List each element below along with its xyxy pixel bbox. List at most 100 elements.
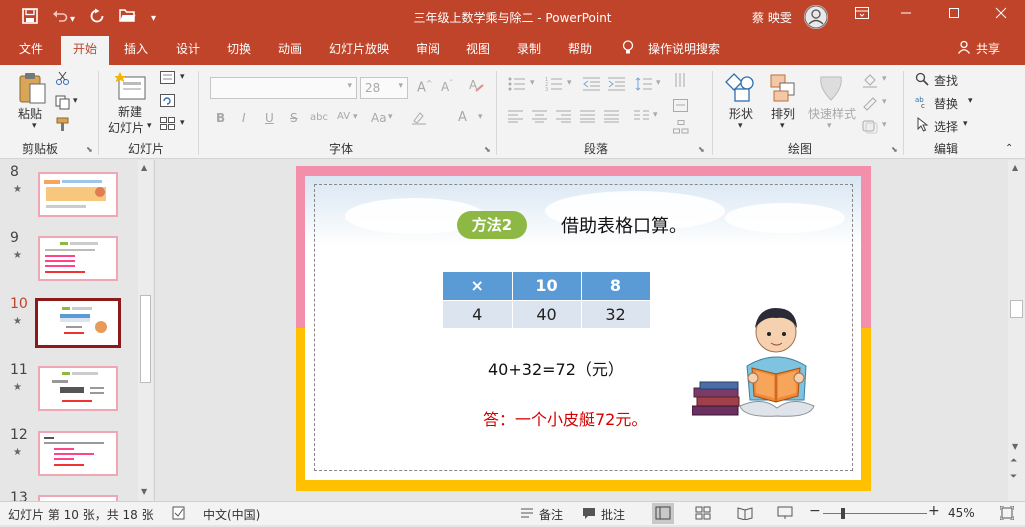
- copy-dropdown-icon[interactable]: ▾: [73, 96, 78, 106]
- reset-icon[interactable]: [160, 94, 177, 111]
- text-shadow-button[interactable]: abc: [310, 112, 328, 123]
- find-icon[interactable]: [915, 72, 929, 89]
- thumbnail-scrollbar-thumb[interactable]: [140, 295, 151, 383]
- zoom-out-icon[interactable]: −: [809, 503, 821, 519]
- collapse-ribbon-icon[interactable]: ⌃: [1005, 143, 1013, 154]
- smartart-icon[interactable]: [673, 120, 689, 137]
- share-icon[interactable]: [957, 40, 971, 59]
- layout-icon[interactable]: [160, 71, 177, 88]
- language-indicator[interactable]: 中文(中国): [203, 506, 260, 523]
- change-case-dropdown-icon[interactable]: ▾: [388, 112, 393, 122]
- decrease-indent-icon[interactable]: [583, 77, 601, 94]
- quick-styles-icon[interactable]: [816, 73, 846, 106]
- shapes-button[interactable]: 形状: [729, 105, 753, 122]
- scroll-up-icon[interactable]: ▲: [141, 163, 147, 172]
- increase-font-size-icon[interactable]: A^: [417, 79, 433, 95]
- tab-file[interactable]: 文件: [19, 40, 43, 58]
- underline-button[interactable]: U: [265, 111, 274, 125]
- comments-button[interactable]: 批注: [601, 506, 625, 523]
- arrange-button[interactable]: 排列: [771, 105, 795, 122]
- previous-slide-icon[interactable]: ⏶: [1010, 456, 1017, 466]
- italic-button[interactable]: I: [242, 111, 246, 125]
- align-center-icon[interactable]: [532, 110, 548, 126]
- font-name-combo[interactable]: ▾: [210, 77, 357, 99]
- share-button[interactable]: 共享: [976, 40, 1000, 58]
- shapes-icon[interactable]: [725, 71, 757, 108]
- line-spacing-icon[interactable]: [635, 77, 653, 94]
- replace-button[interactable]: 替换: [934, 95, 958, 112]
- font-name-dropdown-icon[interactable]: ▾: [347, 81, 352, 91]
- reading-view-icon[interactable]: [737, 506, 753, 523]
- method-pill[interactable]: 方法2: [457, 211, 527, 239]
- paste-dropdown-icon[interactable]: ▾: [32, 121, 37, 131]
- tab-transitions[interactable]: 切换: [227, 40, 251, 58]
- increase-indent-icon[interactable]: [608, 77, 626, 94]
- distribute-icon[interactable]: [604, 110, 620, 126]
- replace-dropdown-icon[interactable]: ▾: [968, 96, 973, 106]
- new-slide-dropdown-icon[interactable]: ▾: [147, 121, 152, 131]
- drawing-launcher-icon[interactable]: ⬊: [891, 145, 898, 154]
- zoom-in-icon[interactable]: +: [928, 503, 940, 519]
- tab-home[interactable]: 开始: [61, 36, 110, 65]
- slide-thumbnail-11[interactable]: [38, 366, 118, 411]
- shape-outline-icon[interactable]: [862, 95, 878, 114]
- ribbon-display-options-icon[interactable]: [852, 6, 872, 26]
- cut-icon[interactable]: [55, 71, 70, 89]
- justify-icon[interactable]: [580, 110, 596, 126]
- numbering-dropdown-icon[interactable]: ▾: [567, 78, 572, 88]
- slide-heading[interactable]: 借助表格口算。: [561, 212, 687, 238]
- zoom-slider-thumb[interactable]: [841, 508, 845, 519]
- avatar[interactable]: [804, 5, 828, 29]
- close-icon[interactable]: [991, 6, 1011, 26]
- tab-view[interactable]: 视图: [466, 40, 490, 58]
- slideshow-icon[interactable]: [777, 506, 793, 523]
- find-button[interactable]: 查找: [934, 72, 958, 89]
- decrease-font-size-icon[interactable]: Aˇ: [441, 79, 453, 94]
- lightbulb-icon[interactable]: [622, 40, 634, 60]
- tab-help[interactable]: 帮助: [568, 40, 592, 58]
- thumbnail-scrollbar[interactable]: ▲ ▼: [138, 160, 153, 501]
- shape-outline-dropdown-icon[interactable]: ▾: [882, 97, 887, 107]
- slide-scrollbar[interactable]: ▲ ▼ ⏶ ⏷: [1008, 160, 1025, 501]
- text-direction-icon[interactable]: [673, 72, 689, 91]
- highlight-icon[interactable]: [411, 111, 427, 128]
- slide-thumbnail-8[interactable]: [38, 172, 118, 217]
- boy-reading-illustration[interactable]: [692, 296, 822, 426]
- scroll-up-icon[interactable]: ▲: [1012, 163, 1018, 172]
- font-color-button[interactable]: A: [458, 110, 467, 125]
- equation-text[interactable]: 40+32=72（元）: [488, 356, 624, 380]
- arrange-dropdown-icon[interactable]: ▾: [780, 121, 785, 131]
- new-slide-label-2[interactable]: 幻灯片: [108, 119, 144, 136]
- select-icon[interactable]: [917, 116, 929, 135]
- shape-fill-dropdown-icon[interactable]: ▾: [882, 74, 887, 84]
- tab-review[interactable]: 审阅: [416, 40, 440, 58]
- maximize-icon[interactable]: [944, 6, 964, 26]
- comments-icon[interactable]: [582, 506, 596, 523]
- notes-icon[interactable]: [520, 506, 534, 523]
- replace-icon[interactable]: ab c: [915, 94, 931, 111]
- select-dropdown-icon[interactable]: ▾: [963, 119, 968, 129]
- tab-animations[interactable]: 动画: [278, 40, 302, 58]
- clear-formatting-icon[interactable]: A: [468, 77, 484, 96]
- align-left-icon[interactable]: [508, 110, 524, 126]
- shape-fill-icon[interactable]: [862, 72, 878, 91]
- scroll-down-icon[interactable]: ▼: [1012, 442, 1018, 451]
- section-dropdown-icon[interactable]: ▾: [180, 118, 185, 128]
- zoom-slider[interactable]: [823, 513, 927, 514]
- clipboard-launcher-icon[interactable]: ⬊: [86, 145, 93, 154]
- slide-sorter-icon[interactable]: [695, 506, 711, 523]
- font-size-dropdown-icon[interactable]: ▾: [398, 81, 403, 91]
- current-slide[interactable]: 方法2 借助表格口算。 × 10 8 4 40 32 40+32=72（元） 答…: [296, 166, 871, 491]
- font-size-combo[interactable]: 28 ▾: [360, 77, 408, 99]
- slide-scrollbar-thumb[interactable]: [1010, 300, 1023, 318]
- tab-design[interactable]: 设计: [176, 40, 200, 58]
- quick-styles-button[interactable]: 快速样式: [808, 105, 856, 122]
- slide-thumbnail-12[interactable]: [38, 431, 118, 476]
- shape-effects-icon[interactable]: [862, 118, 878, 137]
- shapes-dropdown-icon[interactable]: ▾: [738, 121, 743, 131]
- bullets-dropdown-icon[interactable]: ▾: [530, 78, 535, 88]
- paragraph-launcher-icon[interactable]: ⬊: [698, 145, 705, 154]
- select-button[interactable]: 选择: [934, 118, 958, 135]
- tab-slideshow[interactable]: 幻灯片放映: [329, 40, 389, 58]
- change-case-button[interactable]: Aa: [371, 111, 387, 125]
